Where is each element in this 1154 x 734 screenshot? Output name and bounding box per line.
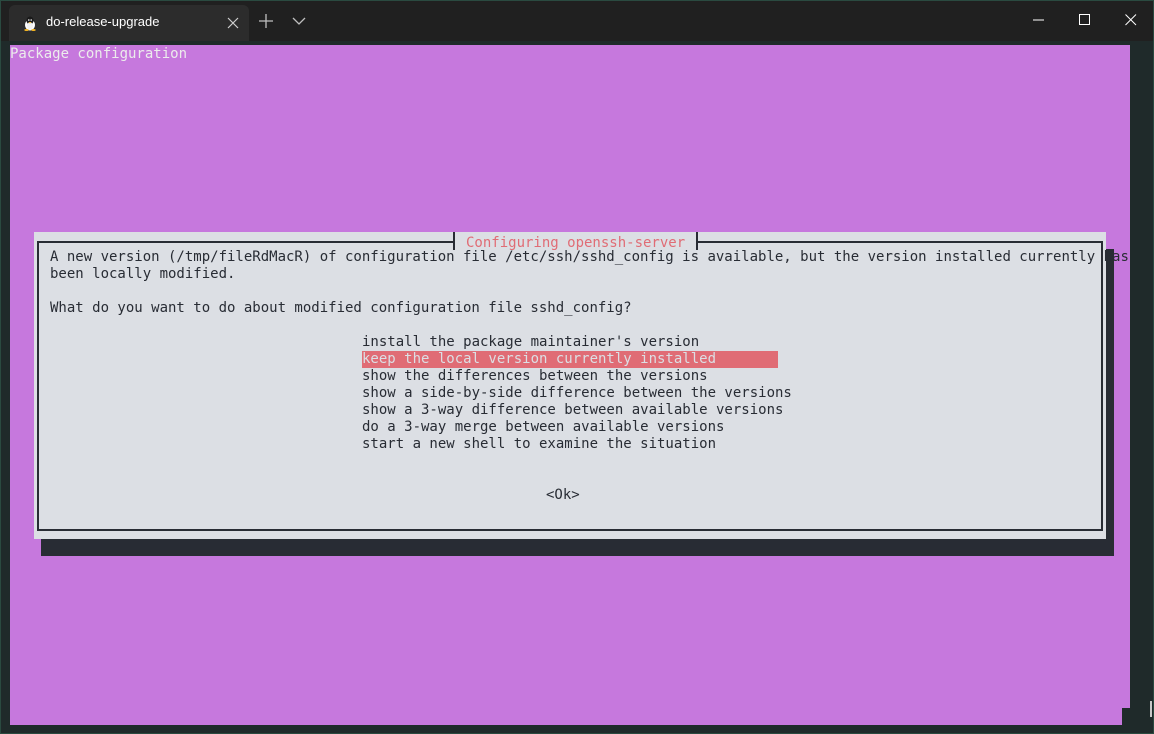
message-line-2: been locally modified. [50, 266, 236, 282]
ok-button[interactable]: <Ok> [546, 487, 580, 504]
scrollbar-track[interactable] [1131, 45, 1153, 725]
option-install-maintainer-version[interactable]: install the package maintainer's version [362, 334, 778, 351]
close-icon [1125, 14, 1137, 26]
close-window-button[interactable] [1108, 1, 1154, 39]
option-side-by-side-difference[interactable]: show a side-by-side difference between t… [362, 385, 792, 402]
option-keep-local-version[interactable]: keep the local version currently install… [362, 351, 778, 368]
message-line-1: A new version (/tmp/fileRdMacR) of confi… [50, 249, 1129, 265]
scroll-corner [1122, 708, 1130, 725]
option-3-way-difference[interactable]: show a 3-way difference between availabl… [362, 402, 783, 419]
title-bar: do-release-upgrade [1, 1, 1153, 41]
options-menu: install the package maintainer's version… [362, 334, 792, 453]
option-3-way-merge[interactable]: do a 3-way merge between available versi… [362, 419, 778, 436]
question-text: What do you want to do about modified co… [50, 300, 632, 316]
close-tab-icon[interactable] [223, 13, 243, 33]
linux-penguin-icon [24, 16, 36, 31]
maximize-icon [1079, 14, 1090, 25]
tab-do-release-upgrade[interactable]: do-release-upgrade [9, 5, 249, 41]
option-show-differences[interactable]: show the differences between the version… [362, 368, 778, 385]
minimize-button[interactable] [1016, 1, 1062, 39]
chevron-down-icon[interactable] [286, 8, 312, 34]
maximize-button[interactable] [1062, 1, 1108, 39]
option-start-new-shell[interactable]: start a new shell to examine the situati… [362, 436, 778, 453]
configuring-dialog: Configuring openssh-server A new version… [34, 232, 1129, 539]
scrollbar-thumb[interactable] [1150, 701, 1152, 717]
new-tab-plus-icon[interactable] [253, 8, 279, 34]
dialog-title-frame: Configuring openssh-server [453, 232, 699, 251]
package-configuration-heading: Package configuration [10, 46, 188, 62]
tab-title: do-release-upgrade [46, 14, 160, 29]
minimize-icon [1033, 19, 1044, 21]
terminal-window: do-release-upgrade Package configuration… [0, 0, 1154, 734]
